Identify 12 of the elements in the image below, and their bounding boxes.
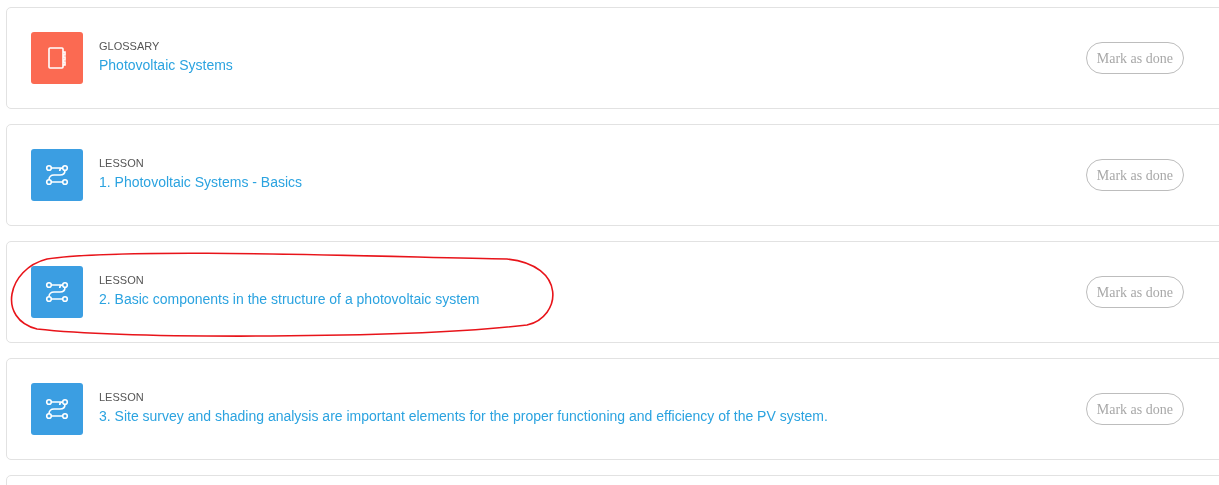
route-icon: [45, 163, 69, 187]
route-icon: [45, 280, 69, 304]
route-icon: [45, 397, 69, 421]
item-type-label: LESSON: [99, 392, 145, 404]
notebook-icon: [47, 47, 67, 69]
item-title-link[interactable]: 1. Photovoltaic Systems - Basics: [99, 174, 1086, 192]
item-title-link[interactable]: 2. Basic components in the structure of a photovoltaic system: [99, 291, 1086, 309]
item-type-label: LESSON: [99, 275, 145, 287]
item-title-link[interactable]: 3. Site survey and shading analysis are important elements for the proper functioning and efficiency of the PV system.: [99, 408, 1086, 426]
item-title-link[interactable]: Photovoltaic Systems: [99, 57, 1086, 75]
item-type-label: GLOSSARY: [99, 41, 161, 53]
item-type-label: LESSON: [99, 158, 145, 170]
